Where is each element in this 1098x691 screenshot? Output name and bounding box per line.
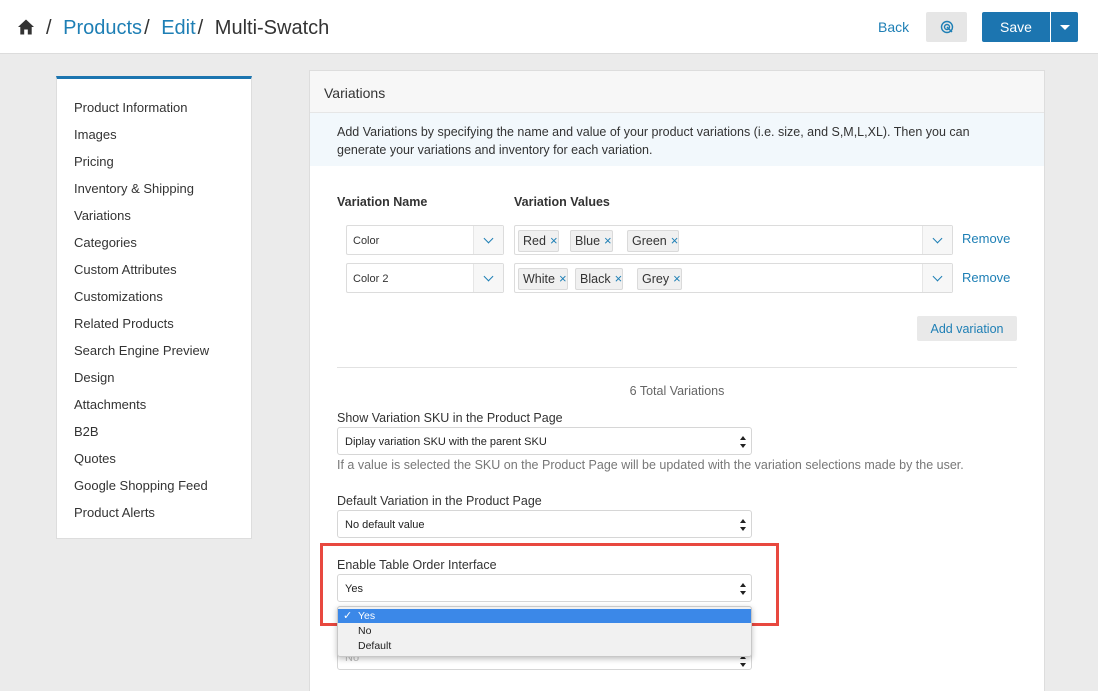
preview-button[interactable] <box>926 12 967 42</box>
variation-values-input[interactable]: Red × Blue × Green × <box>514 225 953 255</box>
remove-variation-button[interactable]: Remove <box>962 270 1010 285</box>
caret-down-icon <box>1059 24 1070 30</box>
save-button[interactable]: Save <box>982 12 1050 42</box>
sidebar-item-images[interactable]: Images <box>74 127 117 142</box>
option-label: Yes <box>358 610 376 622</box>
value-tag-label: Black <box>580 272 611 286</box>
variation-name-select[interactable]: Color 2 <box>346 263 504 293</box>
remove-variation-button[interactable]: Remove <box>962 231 1010 246</box>
value-tag-label: Green <box>632 234 667 248</box>
value-tag: Red × <box>518 230 559 252</box>
sku-setting-label: Show Variation SKU in the Product Page <box>337 411 563 425</box>
remove-tag-icon[interactable]: × <box>671 233 679 248</box>
chevron-down-icon[interactable] <box>473 226 503 254</box>
select-arrows-icon <box>740 436 746 448</box>
variation-values-header: Variation Values <box>514 195 610 209</box>
option-no[interactable]: No <box>338 624 751 638</box>
value-tag-label: Grey <box>642 272 670 286</box>
eye-target-icon <box>940 20 953 34</box>
sku-setting-select[interactable]: Diplay variation SKU with the parent SKU <box>337 427 752 455</box>
remove-tag-icon[interactable]: × <box>559 271 567 286</box>
panel-title: Variations <box>324 85 386 101</box>
variation-name-value: Color 2 <box>353 273 389 285</box>
default-variation-value: No default value <box>345 519 425 531</box>
value-tag-label: White <box>523 272 555 286</box>
remove-tag-icon[interactable]: × <box>604 233 612 248</box>
sidebar-item-product-information[interactable]: Product Information <box>74 100 187 115</box>
back-button[interactable]: Back <box>878 19 909 35</box>
sidebar-item-attachments[interactable]: Attachments <box>74 397 146 412</box>
remove-tag-icon[interactable]: × <box>615 271 623 286</box>
value-tag: Green × <box>627 230 680 252</box>
option-label: Default <box>358 640 392 652</box>
option-default[interactable]: Default <box>338 639 751 653</box>
table-order-options-list: ✓ Yes No Default <box>337 606 752 657</box>
save-options-dropdown[interactable] <box>1051 12 1078 42</box>
sidebar-item-customizations[interactable]: Customizations <box>74 289 163 304</box>
breadcrumb-separator: / <box>144 17 150 39</box>
panel-header: Variations <box>310 71 1044 113</box>
info-box: Add Variations by specifying the name an… <box>310 113 1044 166</box>
checkmark-icon: ✓ <box>343 610 353 622</box>
sidebar-item-product-alerts[interactable]: Product Alerts <box>74 505 155 520</box>
breadcrumb-edit-link[interactable]: Edit <box>161 17 195 39</box>
sku-setting-value: Diplay variation SKU with the parent SKU <box>345 436 547 448</box>
remove-tag-icon[interactable]: × <box>673 271 681 286</box>
breadcrumb-separator: / <box>46 17 52 39</box>
divider <box>337 367 1017 368</box>
sidebar-item-google-shopping-feed[interactable]: Google Shopping Feed <box>74 478 208 493</box>
info-text: Add Variations by specifying the name an… <box>337 125 970 157</box>
home-icon[interactable] <box>17 18 35 36</box>
value-tag: Grey × <box>637 268 682 290</box>
option-yes[interactable]: ✓ Yes <box>338 609 751 623</box>
variation-values-input[interactable]: White × Black × Grey × <box>514 263 953 293</box>
sidebar-item-design[interactable]: Design <box>74 370 114 385</box>
variation-name-select[interactable]: Color <box>346 225 504 255</box>
sidebar-item-related-products[interactable]: Related Products <box>74 316 174 331</box>
variation-name-header: Variation Name <box>337 195 428 209</box>
sidebar-item-quotes[interactable]: Quotes <box>74 451 116 466</box>
chevron-down-icon[interactable] <box>922 264 952 292</box>
value-tag: Black × <box>575 268 624 290</box>
value-tag: White × <box>518 268 568 290</box>
sidebar-item-custom-attributes[interactable]: Custom Attributes <box>74 262 177 277</box>
breadcrumb-products-link[interactable]: Products <box>63 17 142 39</box>
select-arrows-icon <box>740 519 746 531</box>
chevron-down-icon[interactable] <box>473 264 503 292</box>
total-variations-count: 6 Total Variations <box>629 384 725 398</box>
option-label: No <box>358 625 372 637</box>
sidebar-item-inventory-shipping[interactable]: Inventory & Shipping <box>74 181 194 196</box>
value-tag-label: Blue <box>575 234 601 248</box>
page-title: Multi-Swatch <box>214 17 330 39</box>
breadcrumb-separator: / <box>197 17 204 39</box>
value-tag: Blue × <box>570 230 613 252</box>
product-sidebar-nav: Product Information Images Pricing Inven… <box>56 76 252 539</box>
sidebar-item-categories[interactable]: Categories <box>74 235 137 250</box>
sidebar-item-b2b[interactable]: B2B <box>74 424 99 439</box>
sidebar-item-search-engine-preview[interactable]: Search Engine Preview <box>74 343 209 358</box>
value-tag-label: Red <box>523 234 546 248</box>
sku-setting-help: If a value is selected the SKU on the Pr… <box>337 458 964 472</box>
top-bar: / Products / Edit / Multi-Swatch Back Save <box>0 0 1098 54</box>
variation-name-value: Color <box>353 235 380 247</box>
remove-tag-icon[interactable]: × <box>550 233 558 248</box>
sidebar-item-variations[interactable]: Variations <box>74 208 131 223</box>
breadcrumb: / Products / Edit / Multi-Swatch <box>44 16 329 40</box>
sidebar-item-pricing[interactable]: Pricing <box>74 154 114 169</box>
add-variation-button[interactable]: Add variation <box>917 316 1017 341</box>
chevron-down-icon[interactable] <box>922 226 952 254</box>
default-variation-label: Default Variation in the Product Page <box>337 494 542 508</box>
default-variation-select[interactable]: No default value <box>337 510 752 538</box>
